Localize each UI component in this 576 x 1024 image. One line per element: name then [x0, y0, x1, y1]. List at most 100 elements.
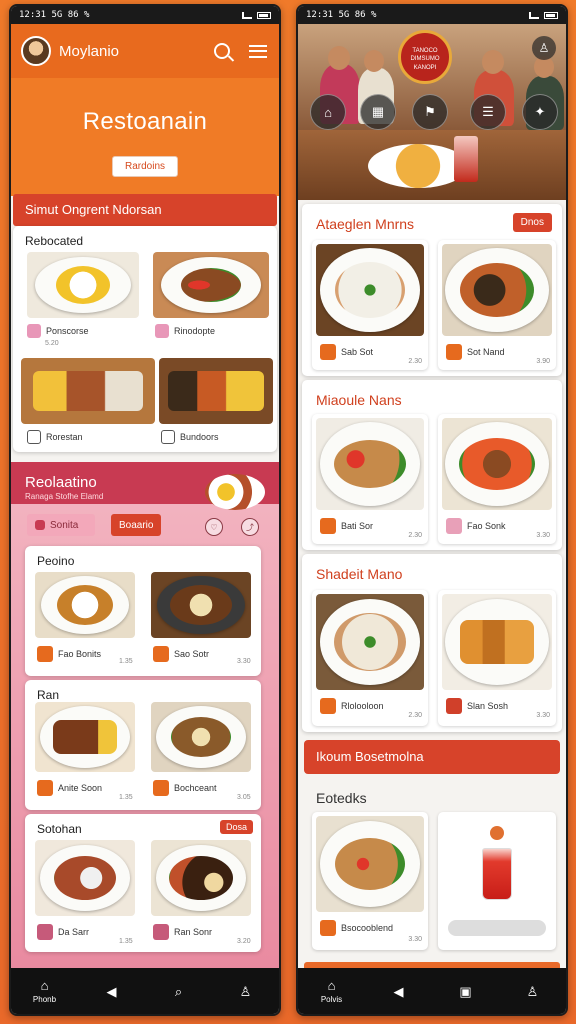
- nav-home[interactable]: ⌂ Polvis: [312, 979, 352, 1004]
- food-image[interactable]: [35, 702, 135, 772]
- food-card[interactable]: Sab Sot 2.30: [312, 240, 428, 370]
- section-title: Eotedks: [316, 790, 367, 806]
- category-button-home[interactable]: ⌂: [310, 94, 346, 130]
- status-bar: 12:31 5G 86 %: [298, 6, 566, 24]
- search-icon: ⌕: [174, 983, 183, 999]
- food-card[interactable]: Bati Sor 2.30: [312, 414, 428, 544]
- home-icon: ⌂: [40, 977, 49, 993]
- dish-icon: [153, 646, 169, 662]
- app-name: Moylanio: [59, 42, 120, 60]
- recent-icon: ▣: [459, 983, 472, 999]
- filter-chip-2[interactable]: Boaario: [111, 514, 162, 536]
- hero-button[interactable]: Rardoins: [111, 156, 179, 177]
- status-time: 12:31 5G 86 %: [306, 10, 377, 20]
- dish-icon: [161, 430, 175, 444]
- category-button-menu[interactable]: ▦: [360, 94, 396, 130]
- signal-icon: [242, 11, 252, 19]
- dish-icon: [155, 324, 169, 338]
- food-caption: Fao Sonk: [446, 518, 506, 534]
- food-plate-image: [368, 144, 468, 188]
- food-card[interactable]: Fao Sonk 3.30: [438, 414, 556, 544]
- restaurant-hero-image: TANOCO DIMSUMO KANOPI ⌂ ▦ ⚑ ☰ ✦ ♙: [298, 24, 566, 200]
- food-image[interactable]: [35, 840, 135, 916]
- dish-icon: [27, 430, 41, 444]
- food-image[interactable]: [151, 702, 251, 772]
- food-card[interactable]: Rlolooloon 2.30: [312, 590, 428, 726]
- tag-icon: [35, 520, 45, 530]
- food-image-rice[interactable]: [27, 252, 139, 318]
- app-header: Moylanio: [11, 24, 279, 78]
- dish-icon: [153, 924, 169, 940]
- menu-section: Eotedks Bsocooblend 3.30: [302, 778, 562, 958]
- food-image-platter[interactable]: [21, 358, 155, 424]
- category-button-star[interactable]: ✦: [522, 94, 558, 130]
- dish-icon: [37, 780, 53, 796]
- dish-icon: [27, 324, 41, 338]
- food-image[interactable]: [151, 572, 251, 638]
- food-caption: Sao Sotr: [153, 646, 209, 662]
- battery-icon: [257, 11, 271, 19]
- food-caption: Rlolooloon: [320, 698, 384, 714]
- battery-icon: [544, 11, 558, 19]
- food-price: 2.30: [408, 532, 422, 539]
- food-price: 3.30: [536, 712, 550, 719]
- restaurant-logo: TANOCO DIMSUMO KANOPI: [398, 30, 452, 84]
- nav-recent[interactable]: ▣: [446, 985, 486, 998]
- nav-search[interactable]: ⌕: [159, 985, 199, 998]
- food-price: 3.30: [237, 658, 251, 665]
- filter-chip-1[interactable]: Sonita: [27, 514, 95, 536]
- food-card[interactable]: Bsocooblend 3.30: [312, 812, 428, 950]
- food-caption: Bochceant: [153, 780, 217, 796]
- food-card[interactable]: Sot Nand 3.90: [438, 240, 556, 370]
- nav-home[interactable]: ⌂ Phonb: [25, 979, 65, 1004]
- menu-block: Sotohan Dosa Da Sarr 1.35 Ran Sonr 3.20: [25, 814, 261, 952]
- dish-icon: [37, 924, 53, 940]
- loading-placeholder: [448, 920, 546, 936]
- status-bar: 12:31 5G 86 %: [11, 6, 279, 24]
- menu-button[interactable]: [247, 40, 269, 62]
- category-button-flag[interactable]: ⚑: [412, 94, 448, 130]
- category-button-list[interactable]: ☰: [470, 94, 506, 130]
- dish-icon: [446, 698, 462, 714]
- food-price: 3.30: [536, 532, 550, 539]
- nav-back[interactable]: ◀: [379, 985, 419, 998]
- food-price: 3.05: [237, 794, 251, 801]
- food-card[interactable]: Slan Sosh 3.30: [438, 590, 556, 726]
- section-button[interactable]: Dnos: [512, 213, 552, 232]
- favorite-button[interactable]: ♡: [205, 518, 223, 536]
- search-icon: [214, 43, 230, 59]
- search-button[interactable]: [211, 40, 233, 62]
- food-image: [316, 244, 424, 336]
- profile-icon[interactable]: ♙: [532, 36, 556, 60]
- menu-section: Ataeglen Mnrns Dnos Sab Sot 2.30 Sot Nan…: [302, 204, 562, 376]
- nav-back[interactable]: ◀: [92, 985, 132, 998]
- dish-icon: [153, 780, 169, 796]
- food-image-tray[interactable]: [159, 358, 273, 424]
- share-button[interactable]: ⤴: [241, 518, 259, 536]
- dish-icon: [37, 646, 53, 662]
- food-image[interactable]: [151, 840, 251, 916]
- pink-section-title: Reolaatino: [25, 474, 97, 491]
- menu-icon: ▦: [371, 104, 385, 119]
- signal-icon: [529, 11, 539, 19]
- drink-card[interactable]: [438, 812, 556, 950]
- promo-banner[interactable]: Ikoum Bosetmolna: [304, 740, 560, 774]
- dish-icon: [320, 344, 336, 360]
- menu-section: Shadeit Mano Rlolooloon 2.30 Slan Sosh 3…: [302, 554, 562, 732]
- food-price: 2.30: [408, 712, 422, 719]
- menu-block: Ran Anite Soon 1.35 Bochceant 3.05: [25, 680, 261, 810]
- food-caption: Rinodopte: [155, 324, 215, 338]
- menu-section: Miaoule Nans Bati Sor 2.30 Fao Sonk 3.30: [302, 380, 562, 550]
- food-image[interactable]: [35, 572, 135, 638]
- nav-profile[interactable]: ♙: [226, 985, 266, 998]
- status-time: 12:31 5G 86 %: [19, 10, 90, 20]
- dish-icon: [320, 920, 336, 936]
- food-price: 1.35: [119, 658, 133, 665]
- nav-profile[interactable]: ♙: [513, 985, 553, 998]
- bottom-navigation: ⌂ Polvis ◀ ▣ ♙: [298, 968, 566, 1014]
- right-phone-screen: 12:31 5G 86 % TANOCO DIMSUMO KANOPI ⌂ ▦ …: [296, 4, 568, 1016]
- food-caption: Ponscorse: [27, 324, 89, 338]
- section-title: Miaoule Nans: [316, 392, 402, 408]
- avatar[interactable]: [21, 36, 51, 66]
- food-image-meat[interactable]: [153, 252, 269, 318]
